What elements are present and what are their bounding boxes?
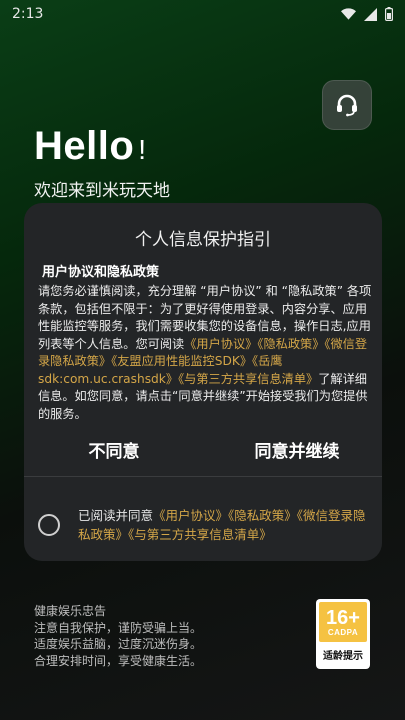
- health-notice-line: 合理安排时间，享受健康生活。: [34, 653, 203, 668]
- health-notice-line: 注意自我保护，谨防受骗上当。: [34, 620, 203, 635]
- health-notice: 健康娱乐忠告 注意自我保护，谨防受骗上当。 适度娱乐益脑，过度沉迷伤身。 合理安…: [34, 603, 202, 669]
- dialog-divider: [24, 476, 382, 477]
- consent-text: 已阅读并同意《用户协议》《隐私政策》《微信登录隐私政策》《与第三方共享信息清单》: [78, 508, 366, 542]
- age-rating-badge: 16+ CADPA 适龄提示: [316, 599, 370, 669]
- welcome-text: 欢迎来到米玩天地: [34, 181, 170, 201]
- status-icons: [341, 7, 393, 21]
- health-notice-line: 适度娱乐益脑，过度沉迷伤身。: [34, 637, 203, 651]
- hello-title: Hello!: [34, 124, 147, 168]
- link-umeng-apm[interactable]: 《友盟应用性能监控SDK》: [111, 354, 252, 368]
- dialog-subtitle: 用户协议和隐私政策: [42, 265, 160, 280]
- age-rating-top: 16+ CADPA: [319, 602, 367, 642]
- dialog-buttons: 不同意 同意并继续: [24, 437, 382, 467]
- signal-icon: [364, 7, 377, 21]
- age-rating-number: 16+: [326, 606, 360, 629]
- link-privacy-policy[interactable]: 《隐私政策》: [257, 337, 324, 351]
- wifi-icon: [341, 8, 356, 20]
- agree-continue-button[interactable]: 同意并继续: [222, 437, 372, 462]
- consent-link-third-party-list[interactable]: 《与第三方共享信息清单》: [128, 527, 272, 542]
- customer-support-button[interactable]: [322, 80, 372, 130]
- age-rating-org: CADPA: [327, 627, 359, 637]
- status-bar: 2:13: [0, 0, 405, 28]
- consent-link-user-agreement[interactable]: 《用户协议》: [153, 508, 228, 523]
- dialog-body: 请您务必谨慎阅读，充分理解 “用户协议” 和 “隐私政策” 各项条款，包括但不限…: [38, 284, 372, 421]
- age-rating-label: 适龄提示: [323, 651, 363, 662]
- link-third-party-list[interactable]: 《与第三方共享信息清单》: [178, 372, 318, 386]
- consent-radio[interactable]: [38, 514, 60, 536]
- status-time: 2:13: [12, 6, 44, 22]
- battery-icon: [385, 7, 393, 21]
- consent-link-privacy-policy[interactable]: 《隐私政策》: [228, 508, 297, 523]
- health-notice-title: 健康娱乐忠告: [34, 604, 107, 618]
- disagree-button[interactable]: 不同意: [54, 437, 174, 462]
- dialog-title: 个人信息保护指引: [135, 230, 271, 250]
- headset-icon: [337, 94, 357, 117]
- link-user-agreement[interactable]: 《用户协议》: [184, 337, 257, 351]
- privacy-dialog: 个人信息保护指引 用户协议和隐私政策 请您务必谨慎阅读，充分理解 “用户协议” …: [24, 203, 382, 561]
